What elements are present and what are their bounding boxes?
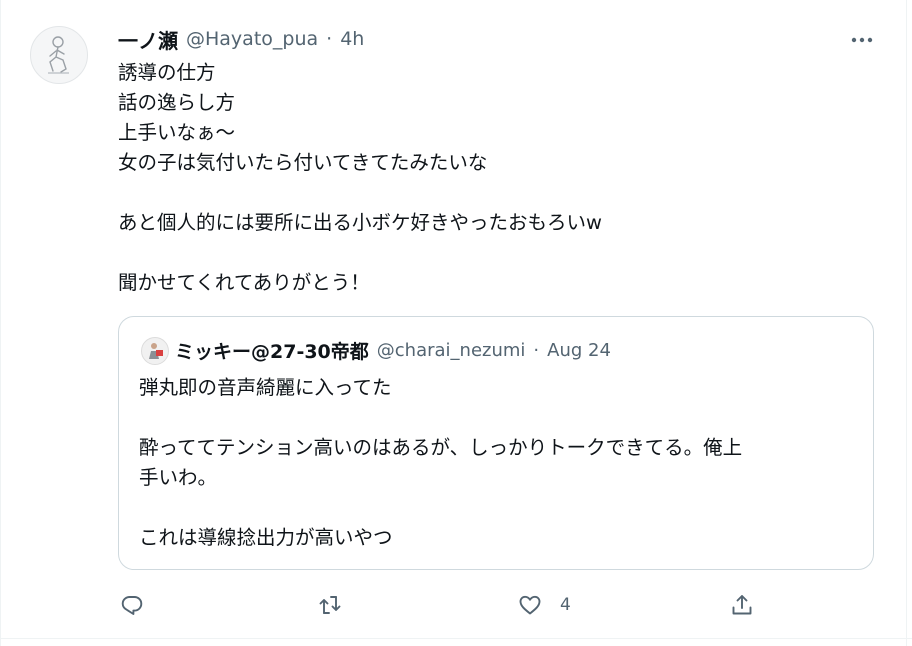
quote-date: Aug 24 bbox=[547, 339, 611, 361]
quote-line bbox=[139, 493, 855, 523]
quote-line: これは導線捻出力が高いやつ bbox=[139, 526, 393, 549]
like-count: 4 bbox=[560, 595, 571, 615]
tweet-line: あと個人的には要所に出る小ボケ好きやったおもろいw bbox=[118, 211, 602, 234]
like-button[interactable]: 4 bbox=[518, 588, 571, 622]
bottom-border bbox=[0, 638, 912, 639]
quote-line: 酔っててテンション高いのはあるが、しっかりトークできてる。俺上 bbox=[139, 436, 743, 459]
tweet-line: 話の逸らし方 bbox=[118, 91, 236, 114]
quote-line: 手いわ。 bbox=[139, 466, 218, 489]
tweet-line bbox=[118, 178, 878, 208]
avatar-figure-icon bbox=[149, 343, 163, 359]
header-separator: · bbox=[326, 28, 333, 50]
tweet-line: 上手いなぁ〜 bbox=[118, 121, 236, 144]
share-icon bbox=[732, 595, 752, 615]
retweet-button[interactable] bbox=[318, 588, 342, 622]
author-handle[interactable]: @Hayato_pua bbox=[186, 28, 318, 50]
quote-author-name: ミッキー@27-30帝都 bbox=[175, 340, 369, 363]
avatar-figure-icon bbox=[48, 36, 69, 74]
share-button[interactable] bbox=[730, 588, 754, 622]
right-border bbox=[906, 0, 907, 646]
quote-line bbox=[139, 403, 855, 433]
quote-author-avatar[interactable] bbox=[141, 337, 169, 365]
quote-line: 弾丸即の音声綺麗に入ってた bbox=[139, 376, 392, 399]
quoted-tweet[interactable]: ミッキー@27-30帝都 @charai_nezumi · Aug 24 弾丸即… bbox=[118, 316, 874, 570]
quote-separator: · bbox=[533, 339, 540, 361]
quote-author-handle: @charai_nezumi bbox=[376, 339, 526, 361]
tweet-text: 誘導の仕方 話の逸らし方 上手いなぁ〜 女の子は気付いたら付いてきてたみたいな … bbox=[118, 58, 878, 298]
heart-icon bbox=[519, 595, 541, 615]
tweet-time[interactable]: 4h bbox=[340, 28, 364, 50]
tweet-header: 一ノ瀬 @Hayato_pua · 4h bbox=[118, 24, 364, 54]
more-horizontal-icon bbox=[851, 37, 873, 43]
action-bar: 4 bbox=[0, 588, 912, 622]
author-avatar[interactable] bbox=[30, 26, 88, 84]
tweet-line bbox=[118, 238, 878, 268]
quote-text: 弾丸即の音声綺麗に入ってた 酔っててテンション高いのはあるが、しっかりトークでき… bbox=[139, 373, 855, 553]
tweet-line: 聞かせてくれてありがとう！ bbox=[118, 271, 370, 294]
tweet-line: 女の子は気付いたら付いてきてたみたいな bbox=[118, 151, 488, 174]
tweet-line: 誘導の仕方 bbox=[118, 61, 216, 84]
left-border bbox=[0, 0, 1, 646]
quote-header: ミッキー@27-30帝都 @charai_nezumi · Aug 24 bbox=[175, 335, 611, 365]
retweet-icon bbox=[319, 596, 341, 614]
reply-button[interactable] bbox=[120, 588, 144, 622]
more-options-button[interactable] bbox=[846, 28, 878, 52]
reply-icon bbox=[121, 596, 143, 615]
author-name[interactable]: 一ノ瀬 bbox=[118, 25, 178, 54]
